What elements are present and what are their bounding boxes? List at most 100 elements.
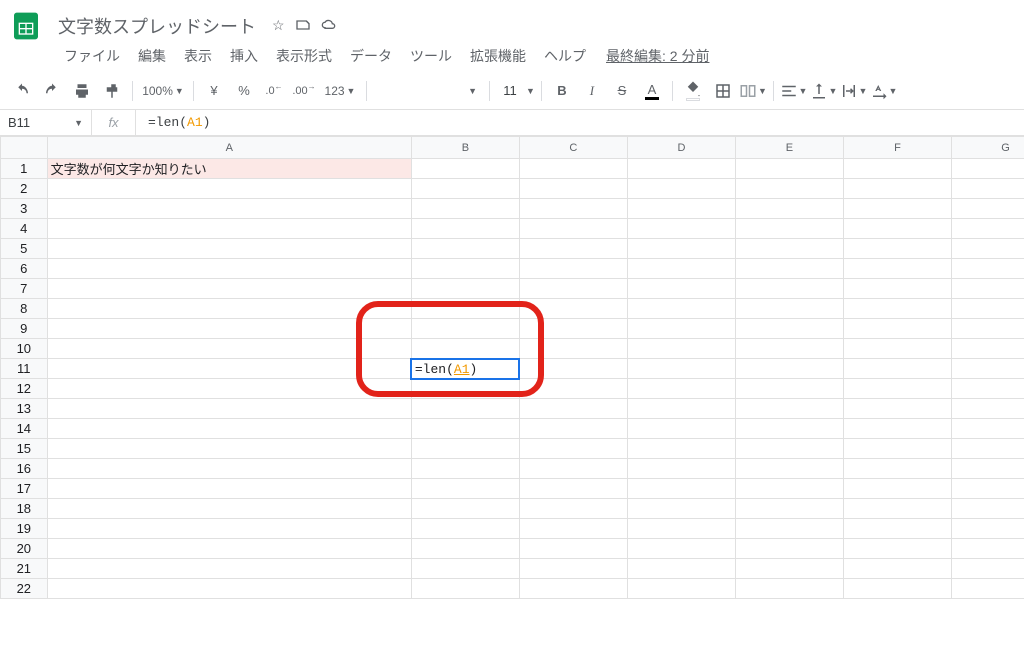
- cell[interactable]: [47, 299, 411, 319]
- cell[interactable]: [735, 559, 843, 579]
- cell[interactable]: [411, 179, 519, 199]
- cell[interactable]: [519, 339, 627, 359]
- cell[interactable]: [519, 159, 627, 179]
- cell[interactable]: [735, 519, 843, 539]
- cell[interactable]: [47, 459, 411, 479]
- cell[interactable]: [843, 479, 951, 499]
- font-size-input[interactable]: 11: [496, 82, 524, 99]
- cell[interactable]: [627, 179, 735, 199]
- row-header[interactable]: 13: [1, 399, 48, 419]
- name-box[interactable]: B11▼: [0, 110, 92, 135]
- cell[interactable]: [735, 439, 843, 459]
- cell[interactable]: [411, 299, 519, 319]
- menu-extensions[interactable]: 拡張機能: [462, 44, 534, 68]
- cell[interactable]: [627, 519, 735, 539]
- cell[interactable]: [843, 319, 951, 339]
- row-header[interactable]: 12: [1, 379, 48, 399]
- cell[interactable]: [735, 219, 843, 239]
- cell[interactable]: [411, 459, 519, 479]
- cell[interactable]: [735, 179, 843, 199]
- cell[interactable]: [627, 399, 735, 419]
- cell[interactable]: [735, 579, 843, 599]
- cell[interactable]: [47, 179, 411, 199]
- cell[interactable]: [519, 459, 627, 479]
- cell[interactable]: [519, 299, 627, 319]
- col-header[interactable]: E: [735, 137, 843, 159]
- cell[interactable]: [843, 179, 951, 199]
- vertical-align-button[interactable]: ▼: [810, 77, 838, 105]
- cell[interactable]: [411, 519, 519, 539]
- text-rotation-button[interactable]: ▼: [870, 77, 898, 105]
- cell[interactable]: [47, 399, 411, 419]
- menu-insert[interactable]: 挿入: [222, 44, 266, 68]
- undo-button[interactable]: [8, 77, 36, 105]
- cell[interactable]: [735, 299, 843, 319]
- cell[interactable]: [519, 279, 627, 299]
- print-button[interactable]: [68, 77, 96, 105]
- cell[interactable]: [951, 559, 1024, 579]
- cell[interactable]: [843, 559, 951, 579]
- number-format-select[interactable]: 123▼: [320, 77, 360, 105]
- doc-title[interactable]: 文字数スプレッドシート: [52, 11, 262, 41]
- row-header[interactable]: 4: [1, 219, 48, 239]
- select-all-corner[interactable]: [1, 137, 48, 159]
- cell[interactable]: [519, 359, 627, 379]
- cell[interactable]: [735, 499, 843, 519]
- cell[interactable]: [735, 459, 843, 479]
- cell[interactable]: [47, 539, 411, 559]
- redo-button[interactable]: [38, 77, 66, 105]
- cell[interactable]: [735, 319, 843, 339]
- cell[interactable]: [735, 399, 843, 419]
- cell[interactable]: [47, 239, 411, 259]
- percent-button[interactable]: %: [230, 77, 258, 105]
- cell[interactable]: [519, 419, 627, 439]
- cell[interactable]: [411, 499, 519, 519]
- cell[interactable]: [627, 299, 735, 319]
- cell[interactable]: [411, 259, 519, 279]
- row-header[interactable]: 14: [1, 419, 48, 439]
- row-header[interactable]: 1: [1, 159, 48, 179]
- row-header[interactable]: 16: [1, 459, 48, 479]
- merge-cells-button[interactable]: ▼: [739, 77, 767, 105]
- cell[interactable]: [411, 559, 519, 579]
- col-header[interactable]: B: [411, 137, 519, 159]
- cell[interactable]: [951, 279, 1024, 299]
- row-header[interactable]: 7: [1, 279, 48, 299]
- cell[interactable]: [951, 479, 1024, 499]
- cell[interactable]: [735, 339, 843, 359]
- cell[interactable]: [735, 199, 843, 219]
- row-header[interactable]: 6: [1, 259, 48, 279]
- cell[interactable]: [951, 359, 1024, 379]
- col-header[interactable]: C: [519, 137, 627, 159]
- row-header[interactable]: 19: [1, 519, 48, 539]
- cell[interactable]: [47, 499, 411, 519]
- cell[interactable]: [951, 319, 1024, 339]
- text-color-button[interactable]: A: [638, 77, 666, 105]
- cell[interactable]: [519, 319, 627, 339]
- row-header[interactable]: 9: [1, 319, 48, 339]
- cell[interactable]: [735, 159, 843, 179]
- cell[interactable]: [627, 539, 735, 559]
- col-header[interactable]: D: [627, 137, 735, 159]
- cell[interactable]: [47, 519, 411, 539]
- text-wrap-button[interactable]: ▼: [840, 77, 868, 105]
- cell[interactable]: [951, 499, 1024, 519]
- cell[interactable]: [843, 199, 951, 219]
- cell[interactable]: [627, 339, 735, 359]
- cell[interactable]: [951, 459, 1024, 479]
- bold-button[interactable]: B: [548, 77, 576, 105]
- cell[interactable]: [951, 519, 1024, 539]
- cell[interactable]: [519, 219, 627, 239]
- font-family-select[interactable]: ▼: [373, 86, 483, 96]
- cell[interactable]: [47, 339, 411, 359]
- strikethrough-button[interactable]: S: [608, 77, 636, 105]
- cell[interactable]: [411, 539, 519, 559]
- cell[interactable]: [843, 299, 951, 319]
- row-header[interactable]: 22: [1, 579, 48, 599]
- col-header[interactable]: G: [951, 137, 1024, 159]
- cell[interactable]: [627, 279, 735, 299]
- cell[interactable]: [519, 179, 627, 199]
- cell-editor[interactable]: =len(A1): [415, 362, 477, 377]
- cell[interactable]: [951, 399, 1024, 419]
- paint-format-button[interactable]: [98, 77, 126, 105]
